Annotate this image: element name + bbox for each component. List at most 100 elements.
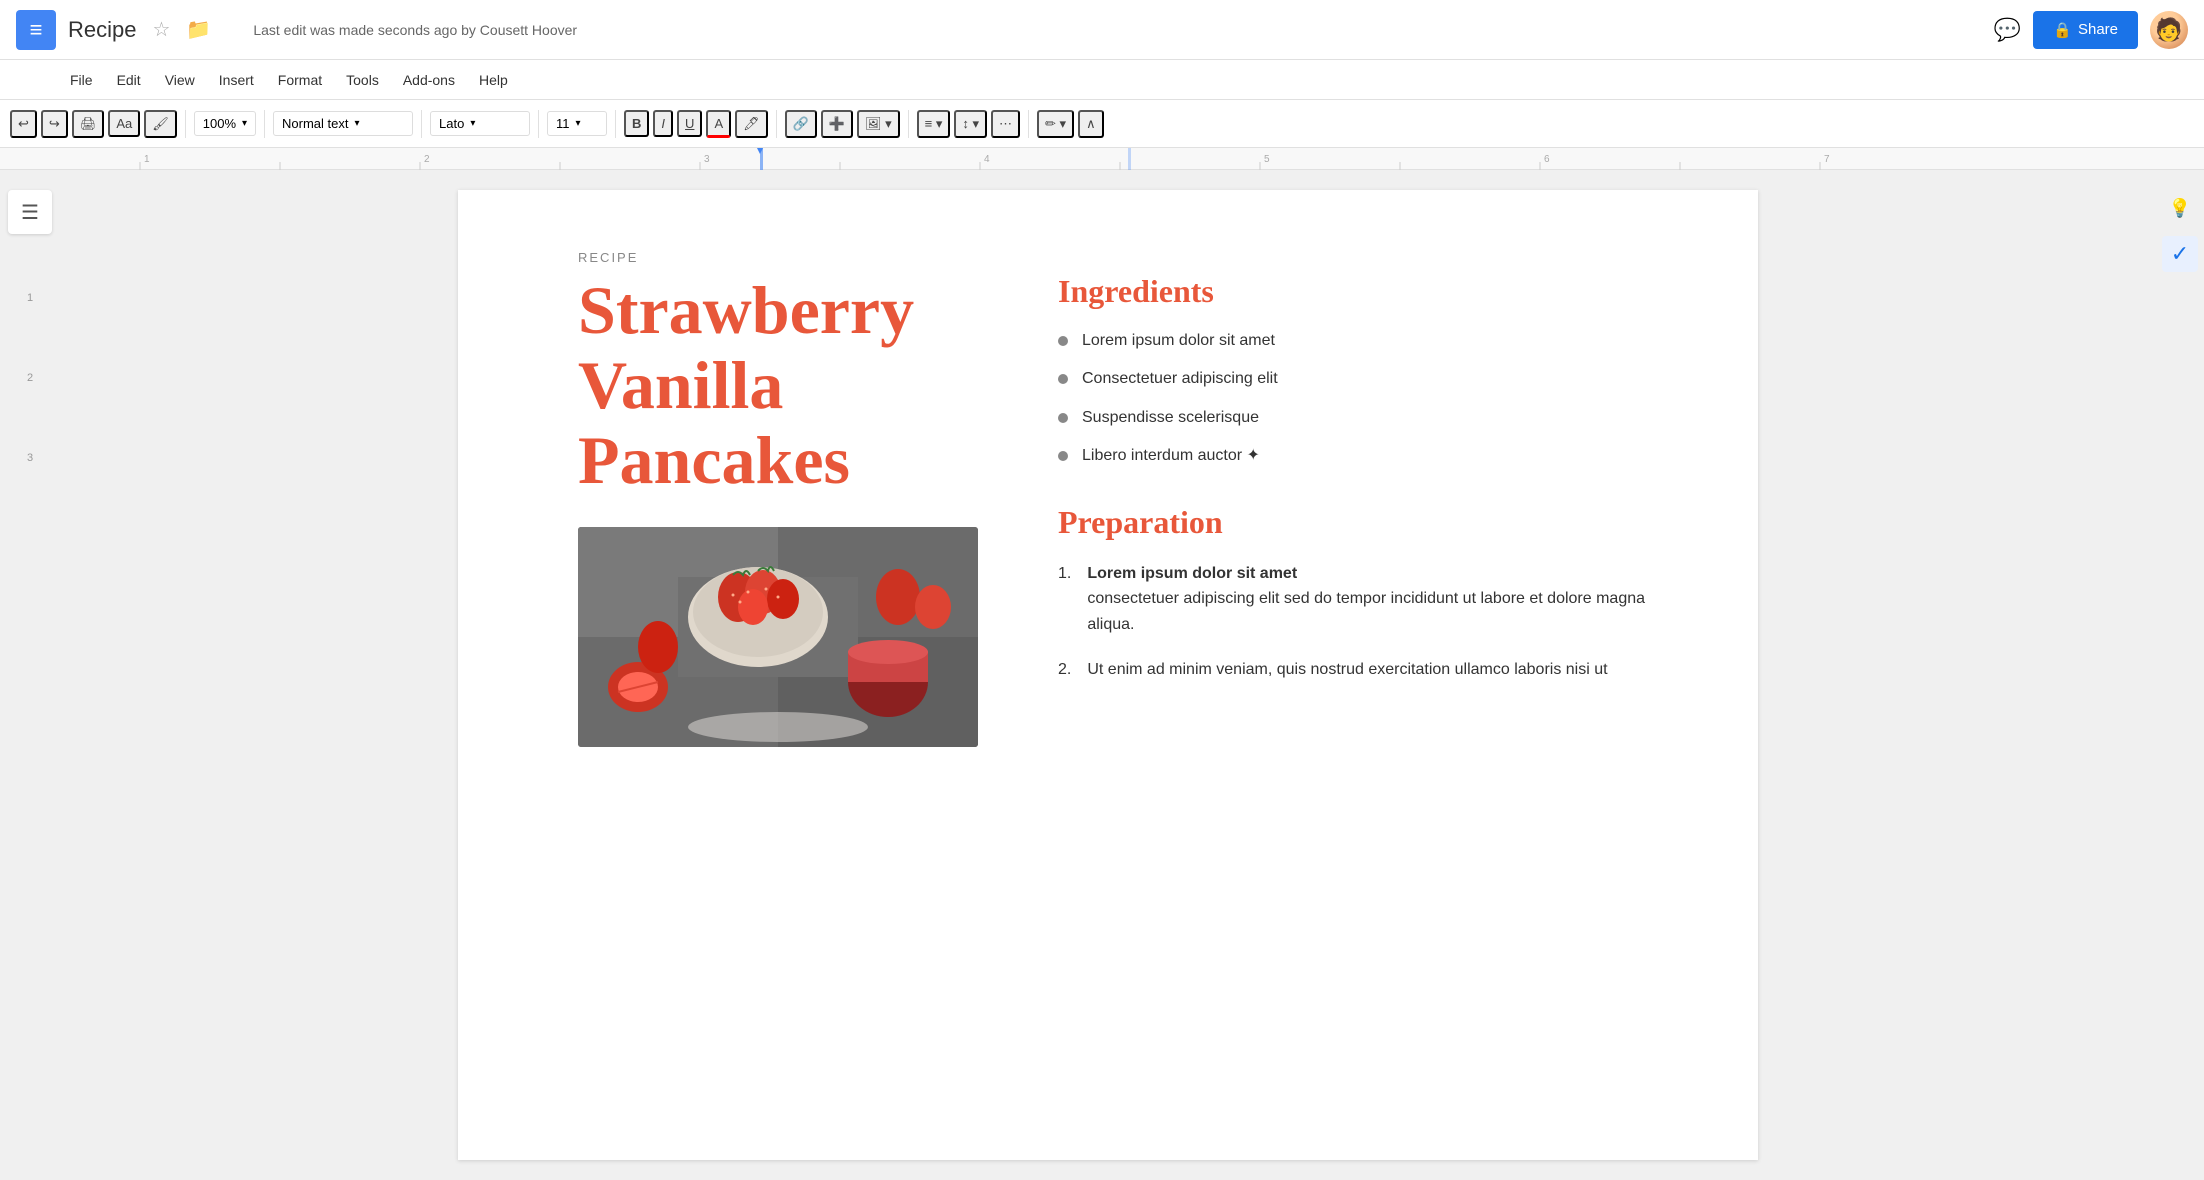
font-select[interactable]: Lato ▾ — [430, 111, 530, 136]
bullet-circle — [1058, 374, 1068, 384]
svg-text:2: 2 — [424, 154, 430, 165]
menu-file[interactable]: File — [60, 66, 103, 94]
step-number-1: 1. — [1058, 561, 1071, 638]
sep3 — [421, 110, 422, 138]
ruler-numbers: 1 2 3 — [27, 258, 33, 498]
step-content-1: Lorem ipsum dolor sit amet consectetuer … — [1087, 561, 1678, 638]
sep7 — [908, 110, 909, 138]
sep6 — [776, 110, 777, 138]
collapse-button[interactable]: ∧ — [1078, 110, 1104, 138]
top-bar: ≡ Recipe ☆ 📁 Last edit was made seconds … — [0, 0, 2204, 60]
bullet-circle — [1058, 413, 1068, 423]
share-label: Share — [2078, 21, 2118, 38]
top-right-actions: 💬 🔒 Share 🧑 — [1994, 11, 2188, 49]
menu-edit[interactable]: Edit — [107, 66, 151, 94]
ingredient-item: Suspendisse scelerisque — [1058, 407, 1678, 429]
svg-text:4: 4 — [984, 154, 990, 165]
preparation-list: 1. Lorem ipsum dolor sit amet consectetu… — [1058, 561, 1678, 683]
style-select[interactable]: Normal text ▾ — [273, 111, 413, 136]
sep4 — [538, 110, 539, 138]
save-status: Last edit was made seconds ago by Couset… — [253, 22, 1982, 38]
svg-text:3: 3 — [704, 154, 710, 165]
align-button[interactable]: ≡ ▾ — [917, 110, 951, 138]
page-wrapper: RECIPE Strawberry Vanilla Pancakes — [60, 170, 2156, 1180]
ingredients-heading: Ingredients — [1058, 273, 1678, 310]
avatar[interactable]: 🧑 — [2150, 11, 2188, 49]
underline-button[interactable]: U — [677, 110, 702, 137]
menu-view[interactable]: View — [155, 66, 205, 94]
svg-text:5: 5 — [1264, 154, 1270, 165]
comments-icon[interactable]: 💬 — [1994, 17, 2021, 43]
ruler: 1 2 3 4 5 6 7 — [0, 148, 2204, 170]
lock-icon: 🔒 — [2053, 21, 2072, 39]
preparation-step-2: 2. Ut enim ad minim veniam, quis nostrud… — [1058, 657, 1678, 683]
highlight-button[interactable]: 🖊 — [735, 110, 768, 138]
preparation-heading: Preparation — [1058, 504, 1678, 541]
menu-format[interactable]: Format — [268, 66, 332, 94]
menu-insert[interactable]: Insert — [209, 66, 264, 94]
folder-icon[interactable]: 📁 — [186, 17, 211, 42]
svg-text:1: 1 — [144, 154, 150, 165]
main-area: ☰ 1 2 3 RECIPE Strawberry Vanilla Pancak… — [0, 170, 2204, 1180]
recipe-label: RECIPE — [578, 250, 1678, 265]
svg-text:6: 6 — [1544, 154, 1550, 165]
more-button[interactable]: ⋯ — [991, 110, 1020, 138]
svg-text:7: 7 — [1824, 154, 1830, 165]
fontsize-value: 11 — [556, 116, 570, 131]
sep8 — [1028, 110, 1029, 138]
zoom-chevron: ▾ — [242, 118, 247, 129]
step-number-2: 2. — [1058, 657, 1071, 683]
font-value: Lato — [439, 116, 464, 131]
document-page: RECIPE Strawberry Vanilla Pancakes — [458, 190, 1758, 1160]
text-color-button[interactable]: A — [706, 110, 731, 138]
preparation-step-1: 1. Lorem ipsum dolor sit amet consectetu… — [1058, 561, 1678, 638]
share-button[interactable]: 🔒 Share — [2033, 11, 2138, 49]
two-column-layout: Strawberry Vanilla Pancakes — [578, 273, 1678, 747]
right-panel: 💡 ✓ — [2156, 170, 2204, 1180]
bullet-circle — [1058, 336, 1068, 346]
style-chevron: ▾ — [355, 118, 360, 129]
line-spacing-button[interactable]: ↕ ▾ — [954, 110, 987, 138]
fontsize-select[interactable]: 11 ▾ — [547, 111, 607, 136]
step-content-2: Ut enim ad minim veniam, quis nostrud ex… — [1087, 657, 1607, 683]
zoom-select[interactable]: 100% ▾ — [194, 111, 256, 136]
paint-format-button[interactable]: 🖌 — [144, 110, 177, 138]
docs-icon-text: ≡ — [30, 17, 43, 43]
right-column: Ingredients Lorem ipsum dolor sit amet C… — [1058, 273, 1678, 747]
sep1 — [185, 110, 186, 138]
menu-tools[interactable]: Tools — [336, 66, 389, 94]
title-line3: Pancakes — [578, 422, 850, 498]
doc-title: Recipe — [68, 17, 136, 43]
outline-button[interactable]: ☰ — [8, 190, 52, 234]
lightbulb-icon[interactable]: 💡 — [2162, 190, 2198, 226]
ingredients-section: Ingredients Lorem ipsum dolor sit amet C… — [1058, 273, 1678, 468]
menu-help[interactable]: Help — [469, 66, 518, 94]
ingredients-list: Lorem ipsum dolor sit amet Consectetuer … — [1058, 330, 1678, 468]
insert-comment-button[interactable]: ➕ — [821, 110, 853, 138]
pen-button[interactable]: ✏ ▾ — [1037, 110, 1074, 138]
bold-button[interactable]: B — [624, 110, 649, 137]
sidebar-left: ☰ 1 2 3 — [0, 170, 60, 1180]
recipe-title: Strawberry Vanilla Pancakes — [578, 273, 1018, 497]
title-line1: Strawberry — [578, 272, 914, 348]
google-docs-icon[interactable]: ≡ — [16, 10, 56, 50]
ingredient-item: Lorem ipsum dolor sit amet — [1058, 330, 1678, 352]
link-button[interactable]: 🔗 — [785, 110, 817, 138]
star-icon[interactable]: ☆ — [152, 17, 170, 42]
sep2 — [264, 110, 265, 138]
toolbar: ↩ ↪ 🖨 Aa 🖌 100% ▾ Normal text ▾ Lato ▾ 1… — [0, 100, 2204, 148]
print-button[interactable]: 🖨 — [72, 110, 105, 138]
fontsize-chevron: ▾ — [576, 118, 581, 129]
undo-button[interactable]: ↩ — [10, 110, 37, 138]
insert-image-button[interactable]: 🖼 ▾ — [857, 110, 900, 138]
redo-button[interactable]: ↪ — [41, 110, 68, 138]
spell-check-button[interactable]: Aa — [108, 110, 140, 137]
preparation-section: Preparation 1. Lorem ipsum dolor sit ame… — [1058, 504, 1678, 683]
italic-button[interactable]: I — [653, 110, 673, 137]
check-circle-icon[interactable]: ✓ — [2162, 236, 2198, 272]
style-value: Normal text — [282, 116, 348, 131]
ingredient-item: Consectetuer adipiscing elit — [1058, 368, 1678, 390]
menu-addons[interactable]: Add-ons — [393, 66, 465, 94]
zoom-value: 100% — [203, 116, 236, 131]
menu-bar: File Edit View Insert Format Tools Add-o… — [0, 60, 2204, 100]
